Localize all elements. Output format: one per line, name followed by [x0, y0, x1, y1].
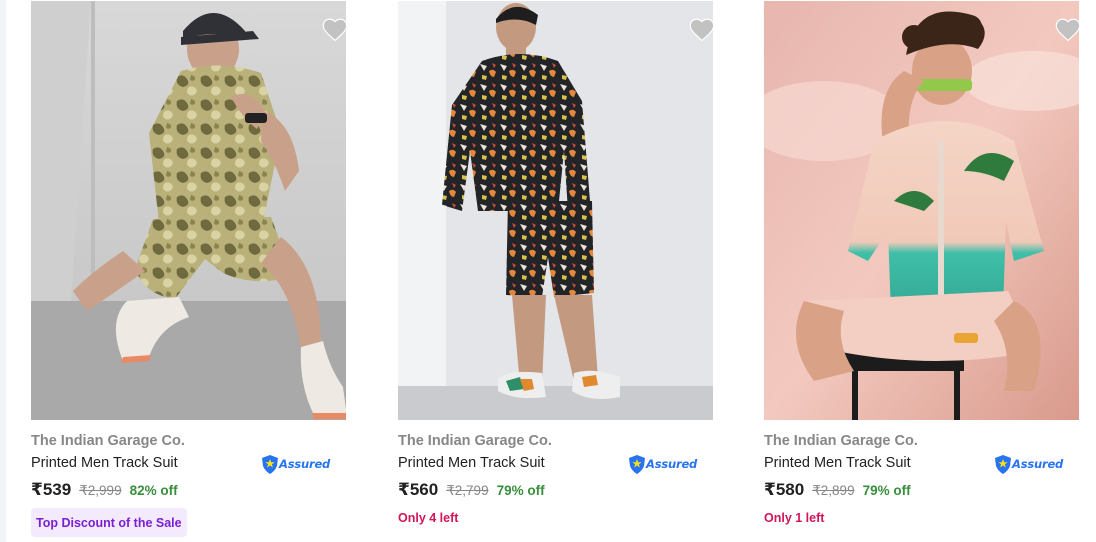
assured-badge: Assured [262, 454, 330, 474]
wishlist-heart-icon[interactable] [1054, 16, 1082, 44]
assured-shield-icon [629, 454, 645, 474]
assured-badge: Assured [995, 454, 1063, 474]
discount-percent: 79% off [862, 483, 911, 498]
original-price: ₹2,799 [446, 483, 489, 498]
original-price: ₹2,999 [79, 483, 122, 498]
product-title[interactable]: Printed Men Track Suit [398, 455, 545, 471]
product-card[interactable]: The Indian Garage Co. Printed Men Track … [31, 0, 361, 542]
price-row: ₹539 ₹2,999 82% off [31, 480, 178, 502]
promo-tag: Top Discount of the Sale [31, 508, 187, 537]
selling-price: ₹539 [31, 480, 72, 499]
assured-badge: Assured [629, 454, 697, 474]
price-row: ₹560 ₹2,799 79% off [398, 480, 545, 502]
product-title[interactable]: Printed Men Track Suit [31, 455, 178, 471]
selling-price: ₹560 [398, 480, 439, 499]
product-brand[interactable]: The Indian Garage Co. [31, 433, 185, 449]
product-image-tropical-shirt-set[interactable] [764, 1, 1079, 420]
stock-status: Only 1 left [764, 511, 825, 525]
discount-percent: 79% off [496, 483, 545, 498]
discount-percent: 82% off [129, 483, 178, 498]
product-card[interactable]: The Indian Garage Co. Printed Men Track … [764, 0, 1094, 542]
assured-label: Assured [1012, 457, 1064, 471]
stock-status: Only 4 left [398, 511, 459, 525]
promo-label: Top Discount of the Sale [36, 515, 182, 530]
product-brand[interactable]: The Indian Garage Co. [764, 433, 918, 449]
assured-shield-icon [262, 454, 278, 474]
product-image-black-print-set[interactable] [398, 1, 713, 420]
original-price: ₹2,899 [812, 483, 855, 498]
wishlist-heart-icon[interactable] [688, 16, 716, 44]
product-card[interactable]: The Indian Garage Co. Printed Men Track … [398, 0, 728, 542]
assured-shield-icon [995, 454, 1011, 474]
assured-label: Assured [279, 457, 331, 471]
wishlist-heart-icon[interactable] [321, 16, 349, 44]
product-brand[interactable]: The Indian Garage Co. [398, 433, 552, 449]
left-rail [0, 0, 6, 542]
selling-price: ₹580 [764, 480, 805, 499]
product-title[interactable]: Printed Men Track Suit [764, 455, 911, 471]
price-row: ₹580 ₹2,899 79% off [764, 480, 911, 502]
product-image-camo-hoodie-set[interactable] [31, 1, 346, 420]
assured-label: Assured [646, 457, 698, 471]
